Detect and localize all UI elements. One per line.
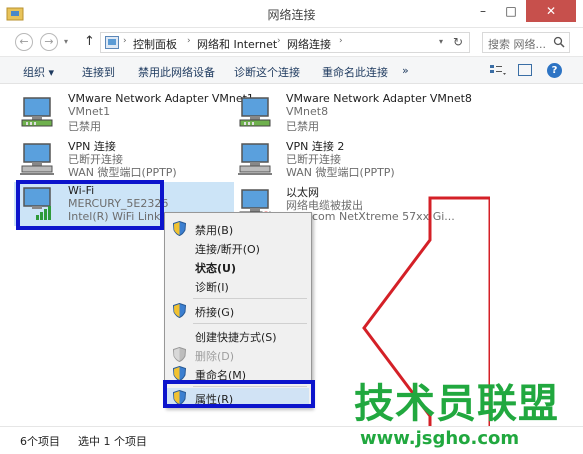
title-bar: 网络连接 – □ ✕ (0, 0, 583, 28)
menu-label: 诊断(I) (195, 281, 229, 294)
watermark-logo: 技术员联盟 (354, 381, 559, 427)
list-item[interactable]: VMware Network Adapter VMnet8 VMnet8 已禁用 (232, 90, 472, 134)
menu-item-delete: 删除(D) (167, 345, 309, 364)
breadcrumb-network-connections[interactable]: 网络连接 (287, 36, 331, 52)
list-item[interactable]: VPN 连接 已断开连接 WAN 微型端口(PPTP) (14, 136, 234, 180)
rename-connection-button[interactable]: 重命名此连接 (322, 64, 388, 80)
uac-shield-icon (173, 366, 186, 381)
diagnose-connection-button[interactable]: 诊断这个连接 (234, 64, 300, 80)
help-icon[interactable]: ? (547, 63, 562, 78)
selection-count: 选中 1 个项目 (78, 435, 147, 448)
context-menu: 禁用(B) 连接/断开(O) 状态(U) 诊断(I) 桥接(G) 创建快捷方式(… (164, 212, 312, 408)
item-count: 6个项目 (20, 435, 60, 448)
menu-separator (193, 323, 307, 324)
connection-device: 已禁用 (68, 120, 101, 133)
menu-label: 删除(D) (195, 350, 235, 363)
menu-label: 禁用(B) (195, 224, 234, 237)
wifi-highlight-box (16, 180, 164, 230)
list-item[interactable]: VMware Network Adapter VMnet1 VMnet1 已禁用 (14, 90, 254, 134)
uac-shield-icon (173, 303, 186, 318)
up-button[interactable]: ↑ (84, 34, 95, 49)
menu-label: 状态(U) (195, 262, 236, 275)
connection-status: VMnet8 (286, 105, 329, 118)
minimize-button[interactable]: – (470, 0, 496, 22)
breadcrumb-separator: › (123, 36, 127, 46)
organize-menu[interactable]: 组织 ▾ (23, 64, 54, 80)
menu-item-diagnose[interactable]: 诊断(I) (167, 276, 309, 295)
vpn-adapter-icon (20, 143, 54, 175)
search-icon[interactable] (553, 36, 565, 48)
refresh-icon[interactable]: ↻ (453, 35, 463, 49)
menu-label: 桥接(G) (195, 306, 235, 319)
recent-locations-dropdown[interactable]: ▾ (64, 37, 68, 46)
menu-label: 连接/断开(O) (195, 243, 260, 256)
properties-highlight-box (163, 380, 315, 408)
menu-item-disable[interactable]: 禁用(B) (167, 219, 309, 238)
connection-name: VMware Network Adapter VMnet1 (68, 92, 254, 105)
menu-item-create-shortcut[interactable]: 创建快捷方式(S) (167, 326, 309, 345)
breadcrumb-separator: › (187, 36, 191, 46)
control-panel-icon (105, 36, 119, 49)
navigation-bar: ← → ▾ ↑ › 控制面板 › 网络和 Internet › 网络连接 › ▾… (0, 28, 583, 56)
watermark-url: www.jsgho.com (360, 428, 520, 449)
view-options-icon[interactable] (490, 64, 506, 77)
connection-device: WAN 微型端口(PPTP) (68, 166, 177, 179)
network-adapter-icon (21, 97, 53, 127)
menu-item-bridge[interactable]: 桥接(G) (167, 301, 309, 320)
connection-status: VMnet1 (68, 105, 111, 118)
vpn-adapter-icon (238, 143, 272, 175)
uac-shield-icon (173, 347, 186, 362)
connection-device: 已禁用 (286, 120, 319, 133)
address-bar[interactable]: › 控制面板 › 网络和 Internet › 网络连接 › ▾ ↻ (100, 32, 470, 53)
maximize-button[interactable]: □ (498, 0, 524, 22)
forward-button[interactable]: → (40, 33, 58, 51)
close-button[interactable]: ✕ (526, 0, 576, 22)
menu-separator (193, 298, 307, 299)
breadcrumb-control-panel[interactable]: 控制面板 (133, 36, 177, 52)
command-bar: 组织 ▾ 连接到 禁用此网络设备 诊断这个连接 重命名此连接 » ? (0, 56, 583, 84)
uac-shield-icon (173, 221, 186, 236)
menu-item-connect-disconnect[interactable]: 连接/断开(O) (167, 238, 309, 257)
search-box[interactable]: 搜索 网络... (482, 32, 570, 53)
preview-pane-icon[interactable] (518, 64, 532, 76)
connect-to-button[interactable]: 连接到 (82, 64, 115, 80)
breadcrumb-separator: › (339, 36, 343, 46)
search-input[interactable]: 搜索 网络... (488, 36, 546, 52)
address-dropdown-icon[interactable]: ▾ (439, 37, 443, 46)
back-button[interactable]: ← (15, 33, 33, 51)
network-adapter-icon (239, 97, 271, 127)
menu-label: 创建快捷方式(S) (195, 331, 277, 344)
list-item[interactable]: VPN 连接 2 已断开连接 WAN 微型端口(PPTP) (232, 136, 452, 180)
breadcrumb-network-internet[interactable]: 网络和 Internet (197, 36, 277, 52)
connection-name: VMware Network Adapter VMnet8 (286, 92, 472, 105)
breadcrumb-separator: › (277, 36, 281, 46)
more-commands-button[interactable]: » (402, 64, 409, 77)
connection-device: WAN 微型端口(PPTP) (286, 166, 395, 179)
disable-device-button[interactable]: 禁用此网络设备 (138, 64, 215, 80)
menu-item-status[interactable]: 状态(U) (167, 257, 309, 276)
